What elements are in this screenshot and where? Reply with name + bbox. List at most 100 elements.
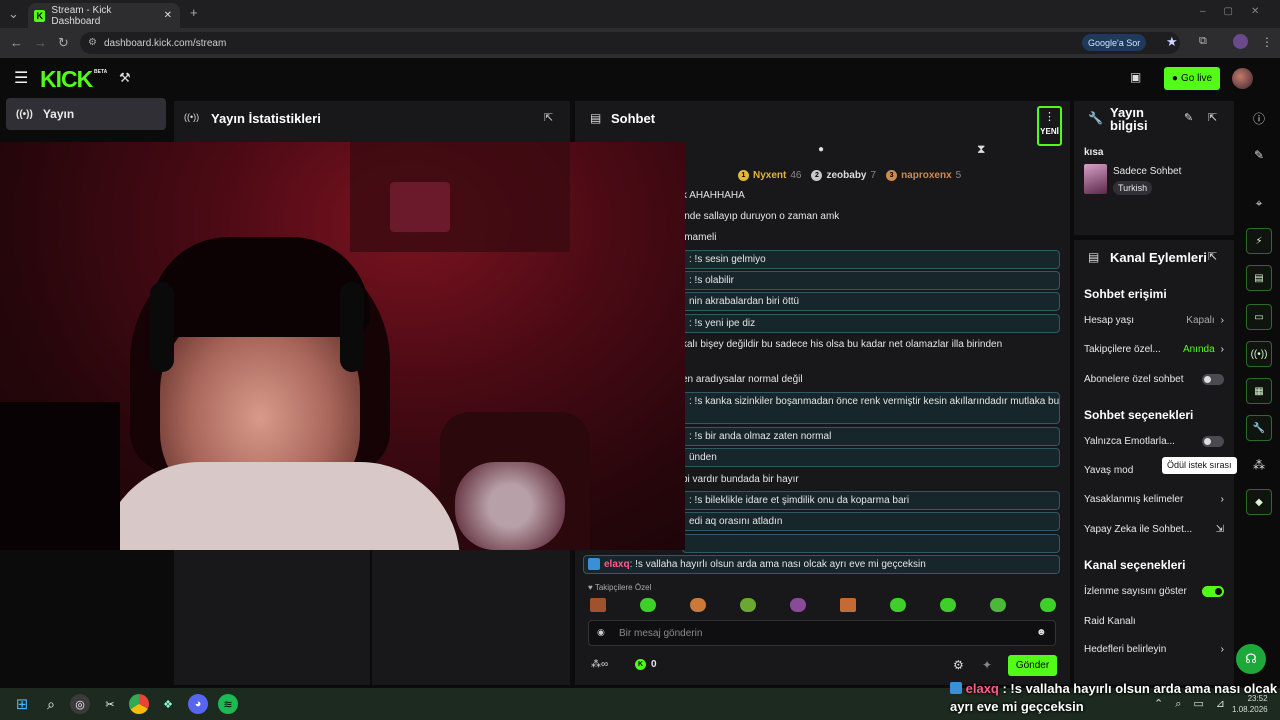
tab-title: Stream - Kick Dashboard: [51, 4, 112, 27]
popout-icon[interactable]: ⇱: [544, 111, 553, 124]
reply-icon[interactable]: ◉: [597, 627, 605, 638]
browser-menu-icon[interactable]: ⋮: [1261, 35, 1273, 49]
emote[interactable]: [740, 598, 756, 612]
heart-icon: ♥: [588, 583, 593, 592]
shadow-left: [0, 402, 120, 550]
rank-2-icon: 2: [811, 170, 823, 181]
emote[interactable]: [840, 598, 856, 612]
edit-pencil-icon[interactable]: ✎: [1184, 111, 1193, 124]
chat-username[interactable]: elaxq: [604, 559, 630, 570]
row-account-age[interactable]: Hesap yaşı Kapalı ›: [1084, 315, 1224, 326]
info-icon[interactable]: ⓘ: [1246, 105, 1272, 131]
chat-menu-button[interactable]: ⋮ YENİ: [1037, 106, 1062, 146]
row-ai-chat[interactable]: Yapay Zeka ile Sohbet... ⇲: [1084, 524, 1224, 535]
popout-icon[interactable]: ⇱: [1208, 111, 1217, 124]
obs-icon[interactable]: ◎: [70, 694, 90, 714]
reward-queue-icon[interactable]: ⁂: [1246, 452, 1272, 478]
overlay-text: : !s vallaha hayırlı olsun arda ama nası…: [950, 681, 1278, 714]
edit-icon[interactable]: ✎: [1246, 142, 1272, 168]
row-goals[interactable]: Hedefleri belirleyin ›: [1084, 644, 1224, 655]
emote[interactable]: [890, 598, 906, 612]
hourglass-icon[interactable]: ⧗: [977, 142, 985, 157]
back-icon[interactable]: ←: [10, 35, 23, 50]
broadcast-icon[interactable]: ((•)): [1246, 341, 1272, 367]
browser-tab[interactable]: K Stream - Kick Dashboard ✕: [28, 3, 180, 28]
chat-message: : !s yeni ipe diz: [682, 314, 1060, 333]
list-icon[interactable]: ▦: [1246, 378, 1272, 404]
focus-icon[interactable]: ⌖: [1246, 190, 1272, 216]
people-icon[interactable]: ⁂∞: [591, 659, 608, 670]
beta-badge: BETA: [94, 69, 108, 75]
tab-close-icon[interactable]: ✕: [164, 10, 172, 21]
chat-tab-icon[interactable]: ●: [818, 144, 824, 155]
show-viewers-toggle[interactable]: [1202, 586, 1224, 597]
row-subs-only[interactable]: Abonelere özel sohbet: [1084, 374, 1224, 385]
emotes-only-toggle[interactable]: [1202, 436, 1224, 447]
leaderboard-entry[interactable]: 1 Nyxent 46: [738, 170, 801, 181]
send-button[interactable]: Gönder: [1008, 655, 1057, 676]
tab-list-icon[interactable]: ⌄: [8, 6, 19, 22]
row-label: Raid Kanalı: [1084, 616, 1136, 627]
tag-icon[interactable]: ◆: [1246, 489, 1272, 515]
wrench-icon[interactable]: 🔧: [1246, 415, 1272, 441]
hammer-icon[interactable]: ⚒: [119, 70, 131, 86]
emote[interactable]: [940, 598, 956, 612]
chrome-icon[interactable]: [129, 694, 149, 714]
hamburger-icon[interactable]: ☰: [14, 68, 28, 88]
row-followers-only[interactable]: Takipçilere özel... Anında ›: [1084, 344, 1224, 355]
app-icon[interactable]: ❖: [158, 694, 178, 714]
reload-icon[interactable]: ↻: [58, 35, 69, 51]
row-label: Hesap yaşı: [1084, 315, 1135, 326]
new-tab-icon[interactable]: +: [190, 5, 198, 20]
forward-icon[interactable]: →: [34, 35, 47, 50]
chat-message-empty: [682, 534, 1060, 553]
emote[interactable]: [690, 598, 706, 612]
support-headset-icon[interactable]: ☊: [1236, 644, 1266, 674]
window-controls[interactable]: –▢✕: [1200, 6, 1277, 17]
discord-icon[interactable]: ◕: [188, 694, 208, 714]
go-live-button[interactable]: ● Go live: [1164, 67, 1220, 90]
capcut-icon[interactable]: ✂: [100, 694, 120, 714]
windows-start-icon[interactable]: ⊞: [12, 694, 32, 714]
spotify-icon[interactable]: ≋: [218, 694, 238, 714]
profile-avatar[interactable]: [1233, 34, 1248, 49]
row-label: Yavaş mod: [1084, 465, 1134, 476]
settings-gear-icon[interactable]: ⚙: [953, 658, 964, 672]
search-icon[interactable]: ⌕: [41, 694, 61, 714]
chat-input-placeholder: Bir mesaj gönderin: [619, 627, 703, 639]
url-field[interactable]: dashboard.kick.com/stream: [80, 32, 1180, 54]
emoji-icon[interactable]: ☻: [1036, 627, 1047, 638]
chat-emote-icon[interactable]: ✦: [982, 658, 992, 672]
kick-logo[interactable]: KICK: [40, 66, 93, 93]
chat-icon[interactable]: ▭: [1246, 304, 1272, 330]
emote[interactable]: [640, 598, 656, 612]
leaderboard-entry[interactable]: 2 zeobaby 7: [811, 170, 876, 181]
popout-icon[interactable]: ⇱: [1208, 250, 1217, 263]
row-emotes-only[interactable]: Yalnızca Emotlarla...: [1084, 436, 1224, 447]
kick-favicon-icon: K: [34, 9, 46, 22]
actions-panel-title: Kanal Eylemleri: [1110, 250, 1207, 265]
kick-points-icon[interactable]: K: [635, 659, 646, 670]
emote[interactable]: [590, 598, 606, 612]
google-ask-button[interactable]: Google'a Sor: [1082, 34, 1147, 51]
shelf: [350, 142, 570, 252]
stream-preview-icon[interactable]: ▣: [1130, 70, 1141, 84]
site-info-icon[interactable]: ⚙: [88, 37, 97, 48]
chat-input[interactable]: Bir mesaj gönderin: [588, 620, 1056, 646]
extensions-icon[interactable]: ⧉: [1199, 35, 1207, 48]
emote[interactable]: [1040, 598, 1056, 612]
row-banned-words[interactable]: Yasaklanmış kelimeler ›: [1084, 494, 1224, 505]
lightning-icon[interactable]: ⚡: [1246, 228, 1272, 254]
row-raid[interactable]: Raid Kanalı: [1084, 616, 1224, 627]
emote[interactable]: [990, 598, 1006, 612]
subs-only-toggle[interactable]: [1202, 374, 1224, 385]
bookmark-star-icon[interactable]: ★: [1166, 34, 1178, 50]
emote-section: ♥ Takipçilere Özel: [588, 583, 651, 592]
leaderboard-entry[interactable]: 3 naproxenx 5: [886, 170, 961, 181]
sidebar-item-stream[interactable]: ((•)) Yayın: [6, 98, 166, 130]
user-avatar[interactable]: [1232, 68, 1253, 89]
emote[interactable]: [790, 598, 806, 612]
category-name: Sadece Sohbet: [1113, 166, 1182, 177]
document-icon[interactable]: ▤: [1246, 265, 1272, 291]
row-show-viewers[interactable]: İzlenme sayısını göster: [1084, 586, 1224, 597]
